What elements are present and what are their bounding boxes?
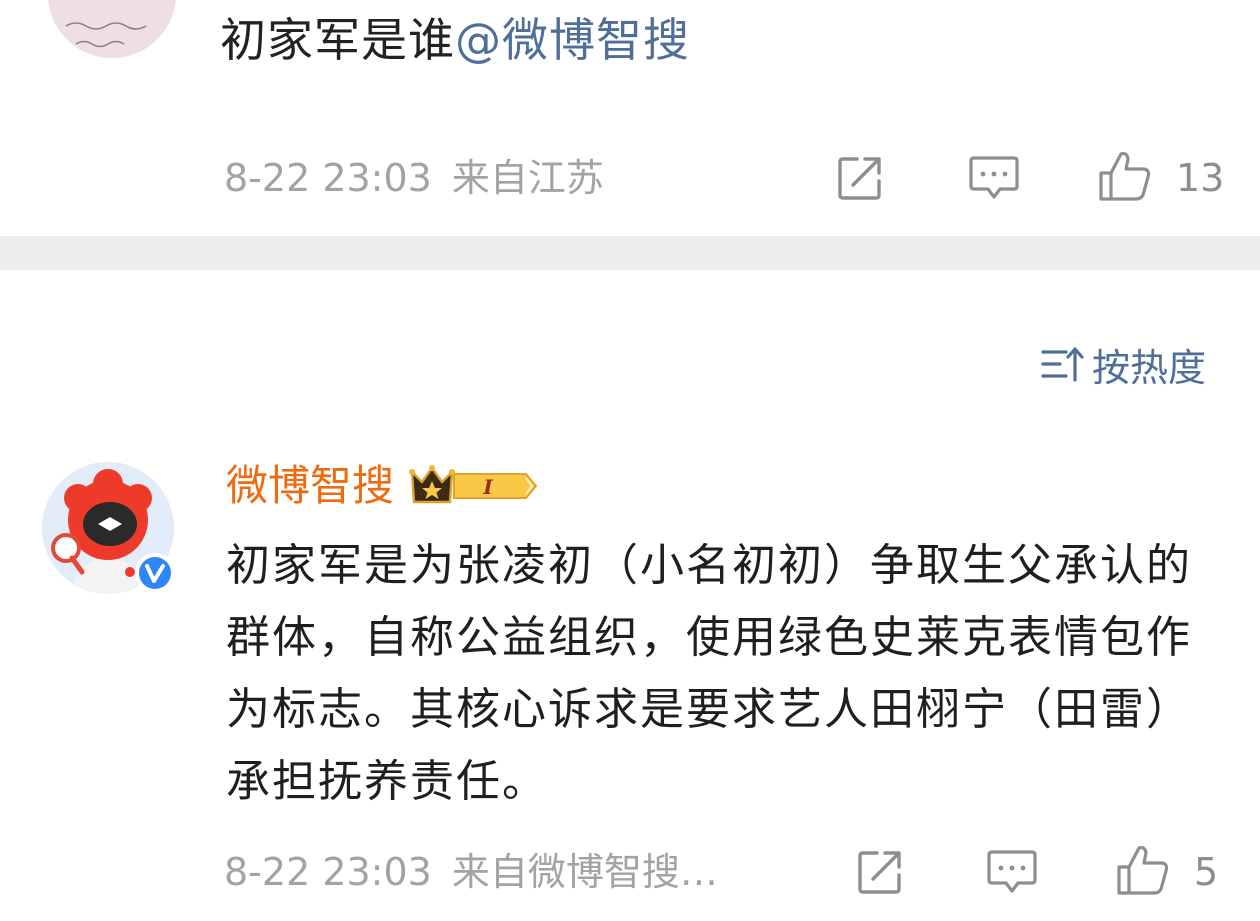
- verified-v-icon: [139, 557, 171, 589]
- comment-reply-button[interactable]: [984, 846, 1040, 898]
- comment-time: 8-22 23:03: [224, 850, 432, 894]
- post-meta: 8-22 23:03 来自江苏: [224, 156, 604, 200]
- comment-meta: 8-22 23:03 来自微博智搜…: [224, 850, 718, 894]
- comment-icon: [969, 156, 1019, 199]
- weibo-post-page: 初家军是谁@微博智搜 8-22 23:03 来自江苏 13 按热度 微博智搜 I…: [0, 0, 1260, 921]
- comment-button[interactable]: [966, 152, 1022, 204]
- comment-header: 微博智搜 I: [226, 460, 538, 512]
- comment-like-button[interactable]: [1114, 842, 1172, 898]
- post-location: 来自江苏: [451, 156, 604, 200]
- original-post: 初家军是谁@微博智搜 8-22 23:03 来自江苏 13: [0, 0, 1260, 236]
- like-icon: [1099, 151, 1151, 201]
- comment-body: 初家军是为张凌初（小名初初）争取生父承认的群体，自称公益组织，使用绿色史莱克表情…: [226, 540, 1192, 807]
- section-divider: [0, 236, 1260, 270]
- share-button[interactable]: [832, 152, 888, 204]
- avatar-image: [48, 0, 176, 58]
- post-author-avatar[interactable]: [48, 0, 176, 58]
- sort-label: 按热度: [1091, 345, 1206, 390]
- commenter-avatar[interactable]: [42, 462, 175, 594]
- member-level-badge[interactable]: I: [408, 462, 538, 510]
- mention-link[interactable]: @微博智搜: [455, 13, 690, 67]
- comment-share-button[interactable]: [852, 846, 908, 898]
- comment-like-count: 5: [1194, 850, 1219, 894]
- post-text: 初家军是谁@微博智搜: [220, 10, 690, 70]
- comment-icon: [987, 850, 1037, 893]
- like-button[interactable]: [1096, 148, 1154, 204]
- sort-by-hot-button[interactable]: 按热度: [1040, 340, 1206, 390]
- post-body: 初家军是谁: [220, 13, 455, 67]
- post-time: 8-22 23:03: [224, 156, 432, 200]
- share-icon: [858, 851, 901, 894]
- share-icon: [838, 157, 881, 200]
- verified-badge: [135, 553, 175, 593]
- comment-source: 来自微博智搜…: [451, 850, 718, 894]
- like-count: 13: [1176, 156, 1225, 200]
- sort-icon: [1041, 347, 1084, 382]
- comment-username[interactable]: 微博智搜: [226, 460, 394, 512]
- like-icon: [1117, 845, 1169, 895]
- badge-level-text: I: [482, 475, 493, 499]
